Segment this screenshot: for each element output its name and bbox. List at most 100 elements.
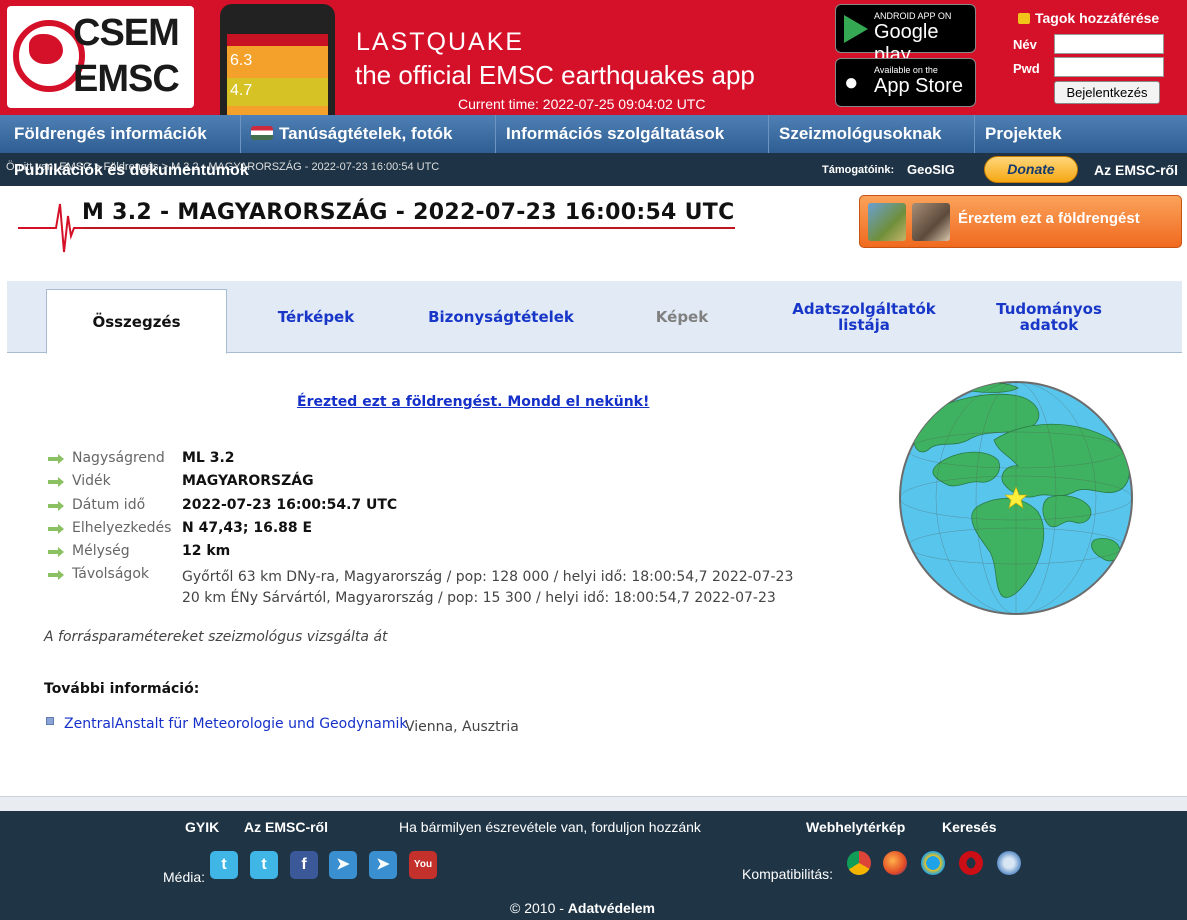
- arrow-icon: [48, 570, 64, 580]
- page-title: M 3.2 - MAGYARORSZÁG - 2022-07-23 16:00:…: [82, 200, 735, 229]
- arrow-icon: [48, 501, 64, 511]
- google-play-badge[interactable]: ANDROID APP ON Google play: [835, 4, 976, 66]
- info-key: Vidék: [72, 473, 111, 489]
- phone-magnitude: 6.3: [230, 52, 253, 69]
- footer-contact-link[interactable]: Ha bármilyen észrevétele van, forduljon …: [399, 819, 701, 835]
- compatibility-label: Kompatibilitás:: [742, 866, 834, 882]
- sponsors-label: Támogatóink:: [822, 164, 895, 176]
- info-value: 2022-07-23 16:00:54.7 UTC: [182, 497, 398, 513]
- lock-icon: [1018, 13, 1030, 24]
- tab-maps[interactable]: Térképek: [232, 281, 400, 353]
- nav-information-services[interactable]: Információs szolgáltatások: [496, 115, 769, 153]
- footer-sitemap-link[interactable]: Webhelytérkép: [806, 819, 905, 835]
- distance-line: Győrtől 63 km DNy-ra, Magyarország / pop…: [182, 569, 794, 585]
- nav-publications[interactable]: Publikációk és dokumentumok: [14, 162, 249, 180]
- apple-icon: ●: [844, 69, 859, 96]
- nav-testimonies-photos[interactable]: Tanúságtételek, fotók: [241, 115, 496, 153]
- nav-earthquake-info[interactable]: Földrengés információk: [4, 115, 241, 153]
- facebook-icon[interactable]: f: [290, 851, 318, 879]
- phone-app-image[interactable]: 6.3 4.7: [220, 4, 335, 115]
- youtube-icon[interactable]: You: [409, 851, 437, 879]
- media-label: Média:: [163, 869, 206, 885]
- name-label: Név: [1013, 37, 1037, 52]
- twitter-icon[interactable]: t: [210, 851, 238, 879]
- info-key: Távolságok: [72, 566, 149, 582]
- member-access-title: Tagok hozzáférése: [1018, 10, 1159, 26]
- seismogram-icon: [18, 203, 82, 253]
- logo-text-csem: CSEM: [73, 12, 180, 54]
- damage-photo-icon: [912, 203, 950, 241]
- map-thumbnail-icon: [868, 203, 906, 241]
- felt-report-link[interactable]: Érezted ezt a földrengést. Mondd el nekü…: [297, 394, 649, 410]
- footer-divider: [0, 796, 1187, 811]
- internet-explorer-icon: [921, 851, 945, 875]
- logo-text-emsc: EMSC: [73, 58, 180, 100]
- current-time: Current time: 2022-07-25 09:04:02 UTC: [458, 96, 706, 112]
- about-emsc-link[interactable]: Az EMSC-ről: [1094, 162, 1178, 178]
- twitter-icon[interactable]: t: [250, 851, 278, 879]
- bullet-icon: [46, 717, 54, 725]
- arrow-icon: [48, 477, 64, 487]
- info-value: ML 3.2: [182, 450, 235, 466]
- felt-earthquake-button[interactable]: Éreztem ezt a földrengést: [859, 195, 1182, 248]
- info-key: Dátum idő: [72, 497, 146, 513]
- phone-row: 4.7: [227, 78, 328, 106]
- agency-location: Vienna, Ausztria: [405, 719, 519, 735]
- tab-testimonies[interactable]: Bizonyságtételek: [407, 281, 595, 353]
- tab-bar: Összegzés Térképek Bizonyságtételek Képe…: [7, 281, 1182, 354]
- nav-projects[interactable]: Projektek: [975, 115, 1187, 153]
- login-button[interactable]: Bejelentkezés: [1054, 81, 1160, 104]
- nav-testimonies-label: Tanúságtételek, fotók: [279, 124, 453, 143]
- footer-faq-link[interactable]: GYIK: [185, 819, 219, 835]
- arrow-icon: [48, 524, 64, 534]
- main-nav: Földrengés információk Tanúságtételek, f…: [0, 115, 1187, 153]
- felt-earthquake-label: Éreztem ezt a földrengést: [958, 210, 1140, 227]
- tab-summary[interactable]: Összegzés: [46, 289, 227, 354]
- google-play-icon: [844, 15, 868, 43]
- donate-button[interactable]: Donate: [984, 156, 1078, 183]
- app-title: LASTQUAKE: [356, 28, 525, 56]
- distance-line: 20 km ÉNy Sárvártól, Magyarország / pop:…: [182, 590, 776, 606]
- agency-link[interactable]: ZentralAnstalt für Meteorologie und Geod…: [64, 716, 407, 732]
- password-label: Pwd: [1013, 61, 1040, 76]
- emsc-logo[interactable]: CSEM EMSC: [7, 6, 194, 108]
- info-value: 12 km: [182, 543, 231, 559]
- tab-scientific-data[interactable]: Tudományos adatok: [967, 281, 1131, 353]
- copyright-text: © 2010 -: [510, 900, 564, 916]
- phone-row: 6.3: [227, 48, 328, 76]
- app-subtitle: the official EMSC earthquakes app: [355, 60, 755, 90]
- name-input[interactable]: [1054, 34, 1164, 54]
- app-store-small-text: Available on the: [874, 65, 938, 75]
- info-value: MAGYARORSZÁG: [182, 473, 314, 489]
- sponsor-link[interactable]: GeoSIG: [907, 162, 955, 177]
- tab-pictures[interactable]: Képek: [607, 281, 757, 353]
- phone-screen: 6.3 4.7: [227, 34, 328, 115]
- tab-data-providers[interactable]: Adatszolgáltatók listája: [777, 281, 951, 353]
- privacy-link[interactable]: Adatvédelem: [568, 900, 655, 916]
- chrome-icon: [847, 851, 871, 875]
- flag-icon: [251, 126, 273, 140]
- review-note: A forrásparamétereket szeizmológus vizsg…: [44, 629, 388, 645]
- member-access-label: Tagok hozzáférése: [1035, 10, 1160, 26]
- safari-icon: [997, 851, 1021, 875]
- info-key: Nagyságrend: [72, 450, 165, 466]
- firefox-icon: [883, 851, 907, 875]
- more-info-heading: További információ:: [44, 681, 200, 697]
- app-store-text: App Store: [874, 75, 963, 97]
- arrow-icon: [48, 547, 64, 557]
- phone-magnitude: 4.7: [230, 82, 253, 99]
- password-input[interactable]: [1054, 57, 1164, 77]
- nav-seismologists[interactable]: Szeizmológusoknak: [769, 115, 975, 153]
- footer-search-link[interactable]: Keresés: [942, 819, 997, 835]
- google-play-small-text: ANDROID APP ON: [874, 11, 952, 21]
- location-globe-map[interactable]: [898, 380, 1138, 618]
- telegram-icon[interactable]: ➤: [369, 851, 397, 879]
- app-store-badge[interactable]: ● Available on the App Store: [835, 58, 976, 107]
- copyright: © 2010 - Adatvédelem: [510, 900, 655, 916]
- info-value: N 47,43; 16.88 E: [182, 520, 313, 536]
- footer: GYIK Az EMSC-ről Ha bármilyen észrevétel…: [0, 811, 1187, 920]
- sub-nav: Ön itt van: EMSC > Földrengés > M 3.2 - …: [0, 153, 1187, 186]
- telegram-icon[interactable]: ➤: [329, 851, 357, 879]
- phone-screen-bar: [227, 34, 328, 46]
- footer-about-link[interactable]: Az EMSC-ről: [244, 819, 328, 835]
